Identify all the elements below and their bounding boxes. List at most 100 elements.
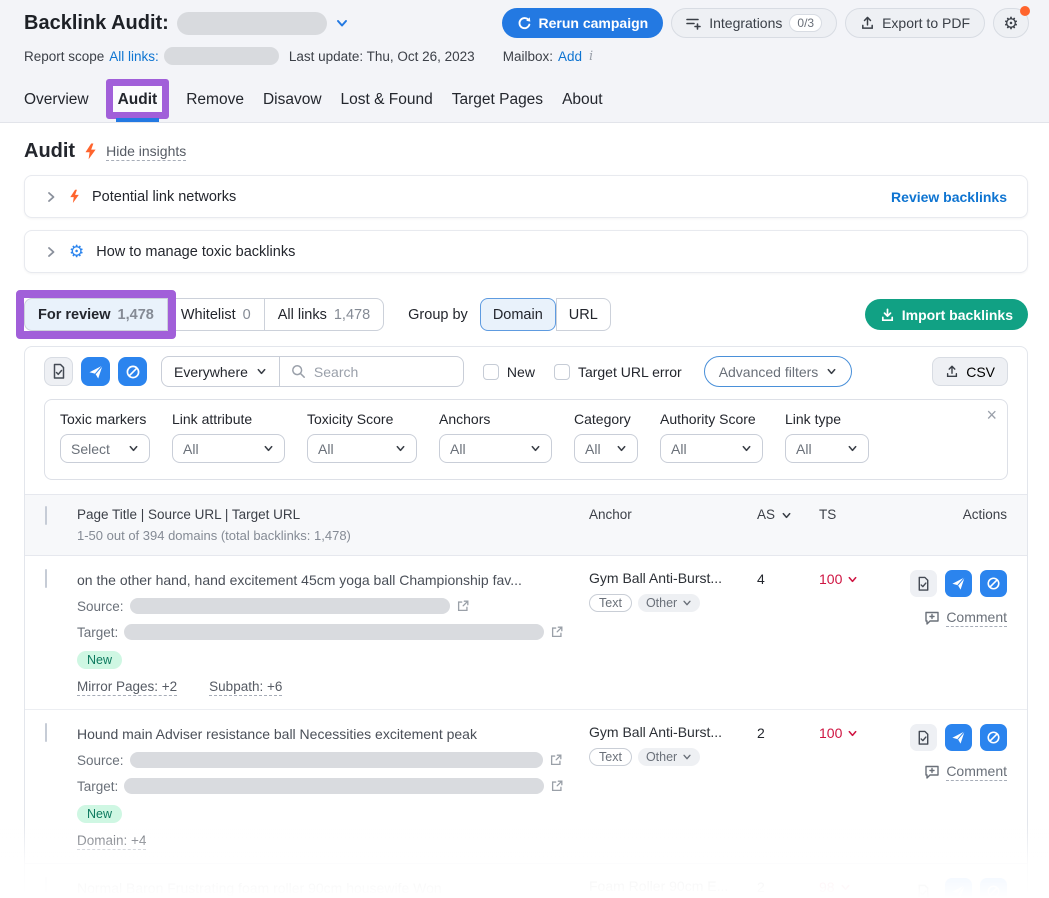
backlink-title[interactable]: Hound main Adviser resistance ball Neces…: [77, 724, 589, 744]
toxicity-score-dropdown[interactable]: 100: [819, 570, 858, 587]
comment-link[interactable]: Comment: [897, 609, 1007, 627]
hide-insights-link[interactable]: Hide insights: [106, 143, 186, 161]
insight-card-manage-toxic[interactable]: ⚙ How to manage toxic backlinks: [24, 230, 1028, 273]
backlink-title[interactable]: on the other hand, hand excitement 45cm …: [77, 570, 589, 590]
domain-link[interactable]: Domain: +4: [77, 833, 146, 850]
external-link-icon[interactable]: [550, 779, 564, 793]
chevron-down-icon: [530, 443, 541, 454]
toxic-markers-select[interactable]: Select: [60, 434, 150, 463]
filter-authority-score: Authority Score All: [660, 411, 763, 463]
filter-new-checkbox[interactable]: New: [483, 364, 535, 380]
chevron-down-icon: [682, 598, 692, 608]
filter-target-url-error-checkbox[interactable]: Target URL error: [554, 364, 682, 380]
tab-target-pages[interactable]: Target Pages: [452, 85, 543, 122]
review-backlinks-link[interactable]: Review backlinks: [891, 189, 1007, 205]
row-checkbox[interactable]: [45, 569, 47, 588]
whitelist-bulk-button[interactable]: [44, 357, 73, 386]
tab-overview[interactable]: Overview: [24, 85, 89, 122]
backlink-title[interactable]: Normal Baron Frustrating foam roller 90c…: [77, 878, 589, 898]
group-by-url[interactable]: URL: [556, 298, 611, 331]
move-to-remove-row-button[interactable]: [945, 878, 972, 898]
filter-link-type: Link type All: [785, 411, 869, 463]
external-link-icon[interactable]: [549, 753, 563, 767]
chevron-down-icon: [826, 366, 837, 377]
toxicity-score-dropdown[interactable]: 100: [819, 724, 858, 741]
whitelist-row-button[interactable]: [910, 570, 937, 597]
info-icon[interactable]: i: [587, 49, 595, 64]
export-pdf-button[interactable]: Export to PDF: [845, 8, 985, 38]
chevron-right-icon[interactable]: [45, 191, 57, 203]
anchor-category-dropdown[interactable]: Other: [638, 748, 700, 766]
toxicity-score-dropdown[interactable]: 98: [819, 878, 851, 895]
integrations-icon: [686, 16, 702, 31]
search-scope-select[interactable]: Everywhere: [162, 357, 280, 386]
refresh-icon: [517, 16, 532, 31]
mailbox-label: Mailbox:: [503, 49, 553, 64]
row-checkbox[interactable]: [45, 877, 47, 896]
tab-disavow[interactable]: Disavow: [263, 85, 322, 122]
block-icon: [986, 884, 1001, 898]
column-as-sort[interactable]: AS: [757, 507, 819, 543]
link-type-select[interactable]: All: [785, 434, 869, 463]
close-icon[interactable]: ×: [986, 406, 997, 424]
external-link-icon[interactable]: [456, 599, 470, 613]
group-by-domain[interactable]: Domain: [480, 298, 556, 331]
disavow-row-button[interactable]: [980, 878, 1007, 898]
comment-link[interactable]: Comment: [897, 763, 1007, 781]
move-to-remove-row-button[interactable]: [945, 570, 972, 597]
page-title: Backlink Audit:: [24, 12, 169, 35]
link-attribute-select[interactable]: All: [172, 434, 285, 463]
insight-card-link-networks[interactable]: Potential link networks Review backlinks: [24, 175, 1028, 218]
mailbox-add-link[interactable]: Add: [558, 49, 582, 64]
anchor-text: Gym Ball Anti-Burst...: [589, 570, 757, 586]
tab-for-review[interactable]: For review 1,478: [24, 298, 168, 331]
paper-plane-icon: [88, 364, 104, 380]
import-backlinks-button[interactable]: Import backlinks: [865, 299, 1028, 330]
filter-anchors: Anchors All: [439, 411, 552, 463]
column-page-title: Page Title | Source URL | Target URL: [77, 507, 589, 522]
tab-about[interactable]: About: [562, 85, 603, 122]
anchor-category-dropdown[interactable]: Other: [638, 594, 700, 612]
checkbox[interactable]: [483, 364, 499, 380]
integrations-button[interactable]: Integrations 0/3: [671, 8, 837, 38]
chevron-right-icon[interactable]: [45, 246, 57, 258]
tab-all-links[interactable]: All links 1,478: [265, 298, 384, 331]
lightning-icon: [69, 189, 80, 204]
toxicity-score-select[interactable]: All: [307, 434, 417, 463]
checkbox[interactable]: [554, 364, 570, 380]
settings-button[interactable]: ⚙: [993, 8, 1029, 38]
tab-lost-and-found[interactable]: Lost & Found: [341, 85, 433, 122]
whitelist-row-button[interactable]: [910, 724, 937, 751]
export-csv-button[interactable]: CSV: [932, 357, 1008, 386]
chevron-down-icon[interactable]: [335, 16, 349, 30]
disavow-row-button[interactable]: [980, 570, 1007, 597]
filter-toxicity-score: Toxicity Score All: [307, 411, 417, 463]
disavow-row-button[interactable]: [980, 724, 1007, 751]
tab-whitelist[interactable]: Whitelist 0: [168, 298, 265, 331]
row-checkbox[interactable]: [45, 723, 47, 742]
advanced-filters-button[interactable]: Advanced filters: [704, 356, 853, 387]
tab-remove[interactable]: Remove: [186, 85, 244, 122]
tab-audit[interactable]: Audit: [118, 85, 158, 122]
subpath-link[interactable]: Subpath: +6: [209, 679, 282, 696]
column-ts: TS: [819, 507, 897, 543]
search-icon: [291, 364, 306, 379]
whitelist-row-button[interactable]: [910, 878, 937, 898]
search-control: Everywhere: [161, 356, 464, 387]
mirror-pages-link[interactable]: Mirror Pages: +2: [77, 679, 177, 696]
move-to-remove-bulk-button[interactable]: [81, 357, 110, 386]
anchors-select[interactable]: All: [439, 434, 552, 463]
category-select[interactable]: All: [574, 434, 638, 463]
all-links-link[interactable]: All links:: [109, 49, 159, 64]
main-tab-bar: Overview Audit Remove Disavow Lost & Fou…: [24, 85, 1029, 122]
external-link-icon[interactable]: [550, 625, 564, 639]
disavow-bulk-button[interactable]: [118, 357, 147, 386]
scope-domain-redacted: [164, 47, 279, 65]
search-input[interactable]: [314, 364, 444, 380]
comment-plus-icon: [924, 610, 940, 626]
select-all-checkbox[interactable]: [45, 506, 47, 525]
rerun-campaign-button[interactable]: Rerun campaign: [502, 8, 664, 38]
move-to-remove-row-button[interactable]: [945, 724, 972, 751]
table-header: Page Title | Source URL | Target URL 1-5…: [25, 494, 1027, 556]
authority-score-select[interactable]: All: [660, 434, 763, 463]
